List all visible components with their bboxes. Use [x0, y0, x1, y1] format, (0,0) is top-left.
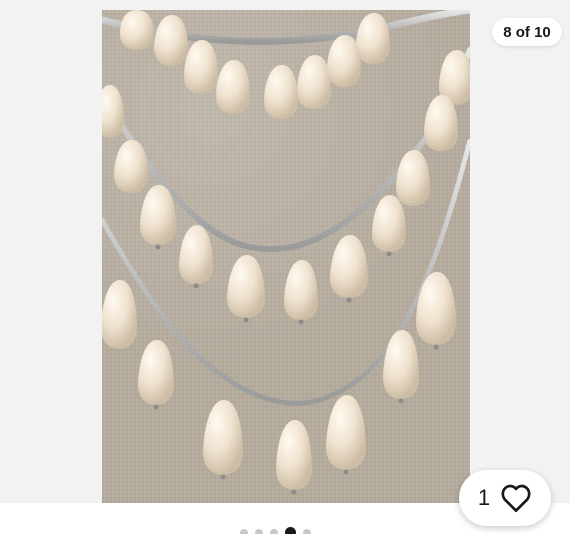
pagination-dot[interactable]	[255, 528, 263, 534]
pagination-dot[interactable]	[303, 528, 311, 534]
pagination-dot-active[interactable]	[285, 527, 296, 534]
pearls-middle-row	[102, 85, 430, 320]
pagination-dot[interactable]	[240, 528, 248, 534]
image-gallery: 8 of 10 1	[0, 0, 570, 526]
necklace-illustration	[102, 10, 470, 495]
watch-button[interactable]: 1	[459, 470, 551, 526]
pearls-top-row	[120, 10, 470, 151]
product-image[interactable]	[102, 10, 470, 503]
watch-count: 1	[477, 485, 491, 510]
heart-icon	[500, 483, 532, 513]
image-counter: 8 of 10	[492, 18, 562, 46]
image-pagination	[240, 527, 311, 534]
pagination-dot[interactable]	[270, 528, 278, 534]
